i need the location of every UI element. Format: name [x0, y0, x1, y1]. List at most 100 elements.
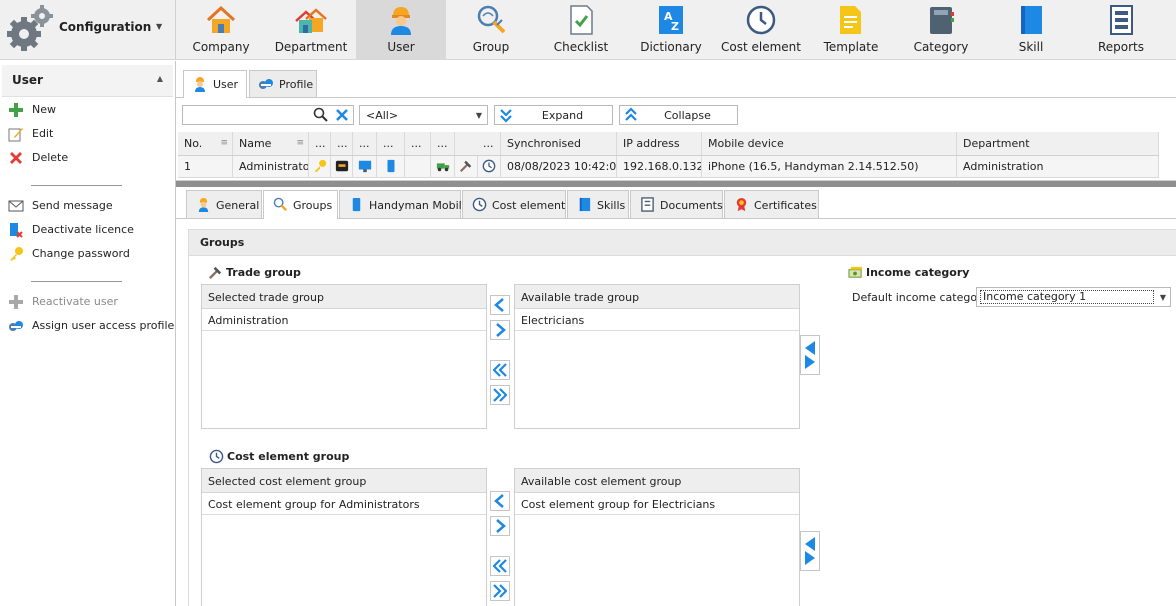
column-header-synchronised[interactable]: Synchronised: [501, 132, 617, 155]
tab-label: Dictionary: [640, 40, 702, 54]
list-header: Selected cost element group: [202, 469, 486, 493]
clock-icon: [209, 449, 224, 464]
list-header: Available cost element group: [515, 469, 799, 493]
column-header-icon[interactable]: ...: [377, 132, 405, 155]
list-item[interactable]: Electricians: [515, 309, 799, 331]
sidebar-item-deactivate-licence[interactable]: Deactivate licence: [8, 220, 173, 240]
move-all-left-button[interactable]: [490, 556, 510, 576]
sidebar-item-new[interactable]: New: [8, 100, 173, 120]
list-item[interactable]: Administration: [202, 309, 486, 331]
tab-label: Profile: [279, 78, 314, 91]
tab-handyman-mobile[interactable]: Handyman Mobile: [339, 190, 468, 218]
column-header-icon[interactable]: ...: [309, 132, 331, 155]
tab-template[interactable]: Template: [806, 0, 896, 60]
list-item[interactable]: Cost element group for Administrators: [202, 493, 486, 515]
tab-general[interactable]: General: [186, 190, 262, 218]
truck-icon: [436, 163, 449, 172]
sidebar-item-change-password[interactable]: Change password: [8, 244, 173, 264]
column-header-icon[interactable]: ...: [405, 132, 431, 155]
cell-department: Administration: [957, 156, 1159, 177]
sidebar-item-send-message[interactable]: Send message: [8, 196, 173, 216]
search-icon[interactable]: [313, 107, 329, 123]
groups-panel: Groups Trade group Selected trade group …: [188, 229, 1176, 606]
move-all-right-button[interactable]: [490, 385, 510, 405]
selected-trade-group-list[interactable]: Selected trade group Administration: [201, 284, 487, 429]
configuration-menu[interactable]: Configuration ▼: [0, 0, 176, 60]
tab-cost-element[interactable]: Cost element: [716, 0, 806, 60]
swap-button[interactable]: [800, 335, 820, 375]
column-header-mobile-device[interactable]: Mobile device: [702, 132, 957, 155]
table-row[interactable]: 1 Administrator 08/08/2023 10:42:00 192.…: [178, 156, 1159, 178]
sidebar-item-assign-access-profile[interactable]: Assign user access profile: [8, 316, 174, 336]
tab-reports[interactable]: Reports: [1076, 0, 1166, 60]
tab-profile[interactable]: Profile: [249, 70, 317, 97]
tab-department[interactable]: Department: [266, 0, 356, 60]
double-chevron-left-icon: [493, 559, 507, 573]
move-all-right-button[interactable]: [490, 581, 510, 601]
available-cost-element-group-list[interactable]: Available cost element group Cost elemen…: [514, 468, 800, 606]
chevron-down-icon[interactable]: ▼: [156, 22, 162, 31]
splitter[interactable]: [176, 180, 1176, 187]
default-income-category-select[interactable]: Income category 1 ▼: [976, 287, 1171, 307]
chevron-up-icon[interactable]: ▲: [157, 74, 163, 83]
tab-label: Reports: [1097, 40, 1145, 54]
documents-icon: [641, 197, 654, 212]
sidebar-item-delete[interactable]: Delete: [8, 148, 173, 168]
access-profile-icon: [9, 321, 23, 331]
column-header-name[interactable]: Name ≡: [233, 132, 309, 155]
sidebar-header[interactable]: User ▲: [2, 65, 173, 97]
column-header-ip-address[interactable]: IP address: [617, 132, 702, 155]
tab-user[interactable]: User: [356, 0, 446, 60]
tab-groups[interactable]: Groups: [263, 190, 338, 219]
swap-button[interactable]: [800, 531, 820, 571]
column-header-icon[interactable]: ...: [331, 132, 353, 155]
cell-tools: [455, 156, 478, 177]
collapse-button[interactable]: Collapse: [619, 105, 738, 125]
tab-checklist[interactable]: Checklist: [536, 0, 626, 60]
tab-group[interactable]: Group: [446, 0, 536, 60]
selected-cost-element-group-list[interactable]: Selected cost element group Cost element…: [201, 468, 487, 606]
tab-label: Company: [192, 40, 250, 54]
tab-label: Cost element: [721, 40, 801, 54]
tab-skill[interactable]: Skill: [986, 0, 1076, 60]
move-right-button[interactable]: [490, 516, 510, 536]
mobile-icon: [387, 159, 394, 173]
column-header-department[interactable]: Department: [957, 132, 1159, 155]
tab-user-list[interactable]: User: [183, 70, 247, 98]
tab-documents[interactable]: Documents: [630, 190, 723, 218]
edit-icon: [8, 128, 23, 142]
grid-header: No. ≡ Name ≡ ... ... ... ... ... ... ... S…: [178, 132, 1159, 156]
move-left-button[interactable]: [490, 491, 510, 511]
tab-company[interactable]: Company: [176, 0, 266, 60]
tab-category[interactable]: Category: [896, 0, 986, 60]
sidebar-item-label: New: [32, 103, 56, 116]
sidebar-item-label: Delete: [32, 151, 69, 164]
collapse-label: Collapse: [664, 109, 711, 122]
sidebar-item-label: Change password: [32, 247, 130, 260]
list-item[interactable]: Cost element group for Electricians: [515, 493, 799, 515]
swap-arrows-icon: [805, 537, 815, 565]
cell-desktop: [353, 156, 377, 177]
column-header-icon[interactable]: ...: [431, 132, 455, 155]
move-all-left-button[interactable]: [490, 360, 510, 380]
tab-certificates[interactable]: Certificates: [724, 190, 819, 218]
sidebar-item-reactivate-user[interactable]: Reactivate user: [8, 292, 173, 312]
tab-dictionary[interactable]: A Z Dictionary: [626, 0, 716, 60]
tab-label: Certificates: [754, 199, 817, 212]
sidebar-item-label: Deactivate licence: [32, 223, 134, 236]
filter-select[interactable]: <All> ▼: [359, 105, 488, 125]
column-header-icon[interactable]: ...: [455, 132, 501, 155]
close-icon[interactable]: [335, 108, 349, 122]
search-input[interactable]: [185, 108, 311, 122]
move-left-button[interactable]: [490, 295, 510, 315]
sidebar-item-edit[interactable]: Edit: [8, 124, 173, 144]
column-header-no[interactable]: No. ≡: [178, 132, 233, 155]
expand-button[interactable]: Expand: [494, 105, 613, 125]
tab-label: Group: [472, 40, 510, 54]
available-trade-group-list[interactable]: Available trade group Electricians: [514, 284, 800, 429]
tab-skills[interactable]: Skills: [567, 190, 629, 218]
move-right-button[interactable]: [490, 320, 510, 340]
deactivate-licence-icon: [10, 223, 23, 238]
tab-cost-element[interactable]: Cost element: [462, 190, 566, 218]
column-header-icon[interactable]: ...: [353, 132, 377, 155]
